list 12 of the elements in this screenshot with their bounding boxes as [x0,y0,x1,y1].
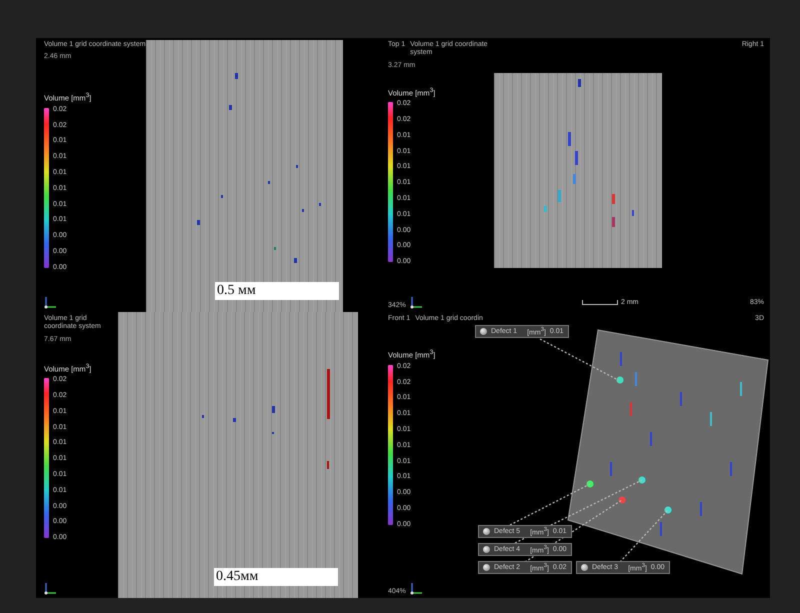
axis-triad-icon [410,295,424,309]
axis-triad-icon [410,581,424,595]
scale-annotation: 0.45мм [214,568,338,586]
axis-triad-icon [44,581,58,595]
sphere-icon [483,564,490,572]
sphere-icon [581,564,588,572]
sphere-icon [483,528,490,536]
sphere-icon [480,328,487,336]
axis-triad-icon [44,295,58,309]
scale-annotation: 0.5 мм [215,282,339,300]
sphere-icon [483,546,490,554]
scale-bar [582,300,618,305]
